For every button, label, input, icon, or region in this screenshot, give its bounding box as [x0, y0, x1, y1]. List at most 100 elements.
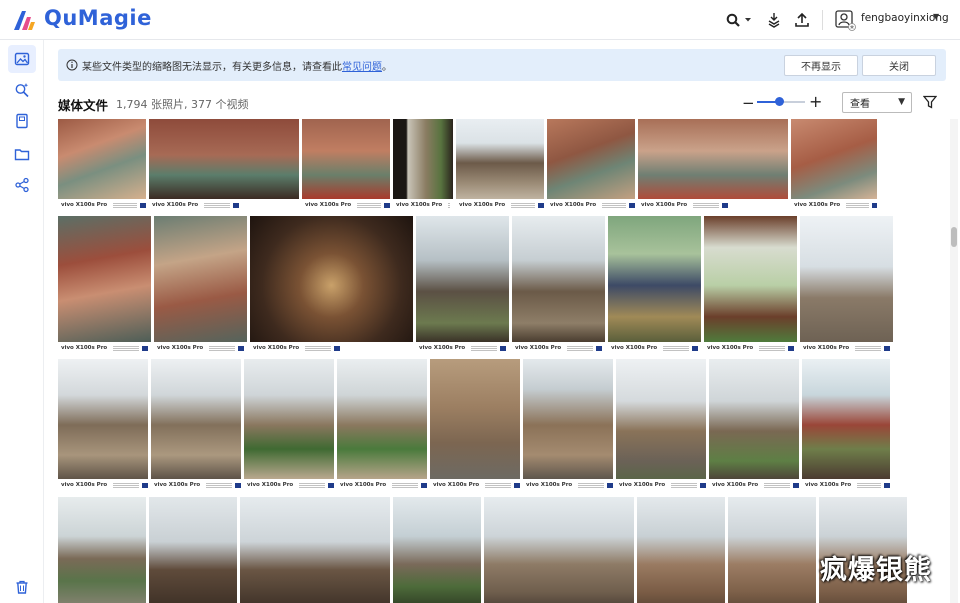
photo-thumbnail-mural-woman-2[interactable]: vivo X100s Pro: [302, 119, 390, 211]
photo-thumbnail-church-front-2[interactable]: [728, 497, 816, 603]
photo-thumbnail-mural-closeup-2[interactable]: vivo X100s Pro: [638, 119, 788, 211]
photo-thumbnail-pagoda-7[interactable]: vivo X100s Pro: [709, 359, 799, 491]
sidebar-item-smart-search[interactable]: [8, 76, 36, 104]
exif-info-lines: [357, 202, 382, 208]
close-banner-button[interactable]: 关闭: [862, 55, 936, 76]
photo-thumbnail-church-front-1[interactable]: [637, 497, 725, 603]
photo-caption: vivo X100s Pro: [608, 342, 701, 354]
photo-thumbnail-mural-closeup-1[interactable]: vivo X100s Pro: [547, 119, 635, 211]
photo-image: [337, 359, 427, 479]
faq-link[interactable]: 常见问题: [342, 62, 382, 73]
photo-thumbnail-pagoda-5[interactable]: vivo X100s Pro: [523, 359, 613, 491]
user-avatar[interactable]: [833, 9, 857, 31]
zeiss-logo-icon: [514, 482, 520, 488]
sidebar-item-photos[interactable]: [8, 45, 36, 73]
photo-thumbnail-temple-wall[interactable]: vivo X100s Pro: [800, 216, 893, 354]
photo-thumbnail-mural-closeup-3[interactable]: vivo X100s Pro: [791, 119, 877, 211]
photo-thumbnail-mural-deity-1[interactable]: vivo X100s Pro: [58, 216, 151, 354]
photo-image: [791, 119, 877, 199]
photo-thumbnail-pagoda-wall[interactable]: vivo X100s Pro: [430, 359, 520, 491]
banner-message: 某些文件类型的缩略图无法显示，有关更多信息，请查看此常见问题。: [82, 58, 392, 73]
exif-info-lines: [392, 482, 419, 488]
brand-name: QuMagie: [44, 6, 152, 30]
photo-image: [638, 119, 788, 199]
sidebar-item-trash[interactable]: [8, 573, 36, 601]
exif-info-lines: [663, 345, 690, 351]
photo-thumbnail-map-board[interactable]: vivo X100s Pro: [704, 216, 797, 354]
zeiss-logo-icon: [884, 345, 891, 351]
chevron-down-icon: [745, 18, 751, 22]
photo-image: [58, 119, 146, 199]
photo-thumbnail-pagoda-3[interactable]: vivo X100s Pro: [244, 359, 334, 491]
photo-thumbnail-church-roof-1[interactable]: [149, 497, 237, 603]
header-divider: [822, 10, 823, 30]
photo-thumbnail-pagoda-2[interactable]: vivo X100s Pro: [151, 359, 241, 491]
photo-thumbnail-mural-red-dragon[interactable]: vivo X100s Pro: [58, 119, 146, 211]
zeiss-logo-icon: [421, 482, 427, 488]
photo-image: [149, 119, 299, 199]
photo-thumbnail-temple-hall[interactable]: vivo X100s Pro: [456, 119, 544, 211]
camera-model-label: vivo X100s Pro: [61, 482, 108, 488]
camera-model-label: vivo X100s Pro: [712, 482, 759, 488]
zoom-slider-thumb[interactable]: [774, 97, 784, 106]
photo-thumbnail-buddha-statues[interactable]: vivo X100s Pro: [250, 216, 413, 354]
zeiss-logo-icon: [235, 482, 241, 488]
zeiss-logo-icon: [142, 482, 148, 488]
banner-suffix: 。: [382, 62, 392, 73]
photo-thumbnail-courtyard[interactable]: vivo X100s Pro: [512, 216, 605, 354]
photo-thumbnail-church-roof-2[interactable]: [240, 497, 390, 603]
photo-caption: vivo X100s Pro: [250, 342, 413, 354]
photo-caption: vivo X100s Pro: [337, 479, 427, 491]
scrollbar[interactable]: [950, 119, 958, 603]
photo-caption: vivo X100s Pro: [456, 199, 544, 211]
user-menu-caret-icon[interactable]: ▼: [933, 12, 939, 21]
zeiss-logo-icon: [788, 345, 795, 351]
dont-show-again-button[interactable]: 不再显示: [784, 55, 858, 76]
scrollbar-thumb[interactable]: [951, 227, 957, 247]
zeiss-logo-icon: [884, 482, 890, 488]
exif-info-lines: [511, 202, 536, 208]
photo-image: [244, 359, 334, 479]
info-icon: [66, 59, 78, 71]
camera-model-label: vivo X100s Pro: [611, 345, 658, 351]
photo-thumbnail-pagoda-8[interactable]: vivo X100s Pro: [802, 359, 890, 491]
photo-thumbnail-pagoda-6[interactable]: vivo X100s Pro: [616, 359, 706, 491]
media-count: 1,794 张照片, 377 个视频: [116, 98, 249, 111]
info-banner: 某些文件类型的缩略图无法显示，有关更多信息，请查看此常见问题。 不再显示 关闭: [58, 49, 946, 81]
zoom-in-button[interactable]: +: [809, 92, 822, 111]
photo-image: [58, 359, 148, 479]
photo-image: [512, 216, 605, 342]
exif-info-lines: [855, 345, 882, 351]
photo-thumbnail-pagoda-1[interactable]: vivo X100s Pro: [58, 359, 148, 491]
photo-thumbnail-pavilion-tree[interactable]: vivo X100s Pro: [416, 216, 509, 354]
search-button[interactable]: [724, 9, 754, 31]
photo-image: [523, 359, 613, 479]
sidebar-item-folders[interactable]: [8, 140, 36, 168]
photo-caption: vivo X100s Pro: [523, 479, 613, 491]
photo-thumbnail-mural-woman-1[interactable]: vivo X100s Pro: [149, 119, 299, 211]
camera-model-label: vivo X100s Pro: [803, 345, 850, 351]
photo-thumbnail-stairs-pagoda[interactable]: [58, 497, 146, 603]
exif-info-lines: [759, 345, 786, 351]
photo-image: [637, 497, 725, 603]
photo-thumbnail-pagoda-4[interactable]: vivo X100s Pro: [337, 359, 427, 491]
camera-model-label: vivo X100s Pro: [419, 345, 466, 351]
filter-icon[interactable]: [923, 95, 937, 109]
photo-thumbnail-heavenly-king[interactable]: vivo X100s Pro: [608, 216, 701, 354]
photo-caption: vivo X100s Pro: [547, 199, 635, 211]
photo-thumbnail-church-gate[interactable]: [484, 497, 634, 603]
sidebar-item-shared[interactable]: [8, 171, 36, 199]
tasks-button[interactable]: [764, 9, 784, 31]
photo-image: [800, 216, 893, 342]
sidebar-item-albums[interactable]: [8, 107, 36, 135]
photo-thumbnail-mural-deity-2[interactable]: vivo X100s Pro: [154, 216, 247, 354]
photo-image: [430, 359, 520, 479]
upload-button[interactable]: [792, 9, 812, 31]
photo-thumbnail-church-trees[interactable]: [393, 497, 481, 603]
zoom-slider[interactable]: [757, 97, 805, 106]
view-mode-select[interactable]: 查看 ▼: [842, 92, 912, 113]
zoom-out-button[interactable]: −: [742, 94, 755, 112]
photo-thumbnail-window-view[interactable]: vivo X100s Pro: [393, 119, 453, 211]
photo-image: [728, 497, 816, 603]
photo-image: [58, 216, 151, 342]
